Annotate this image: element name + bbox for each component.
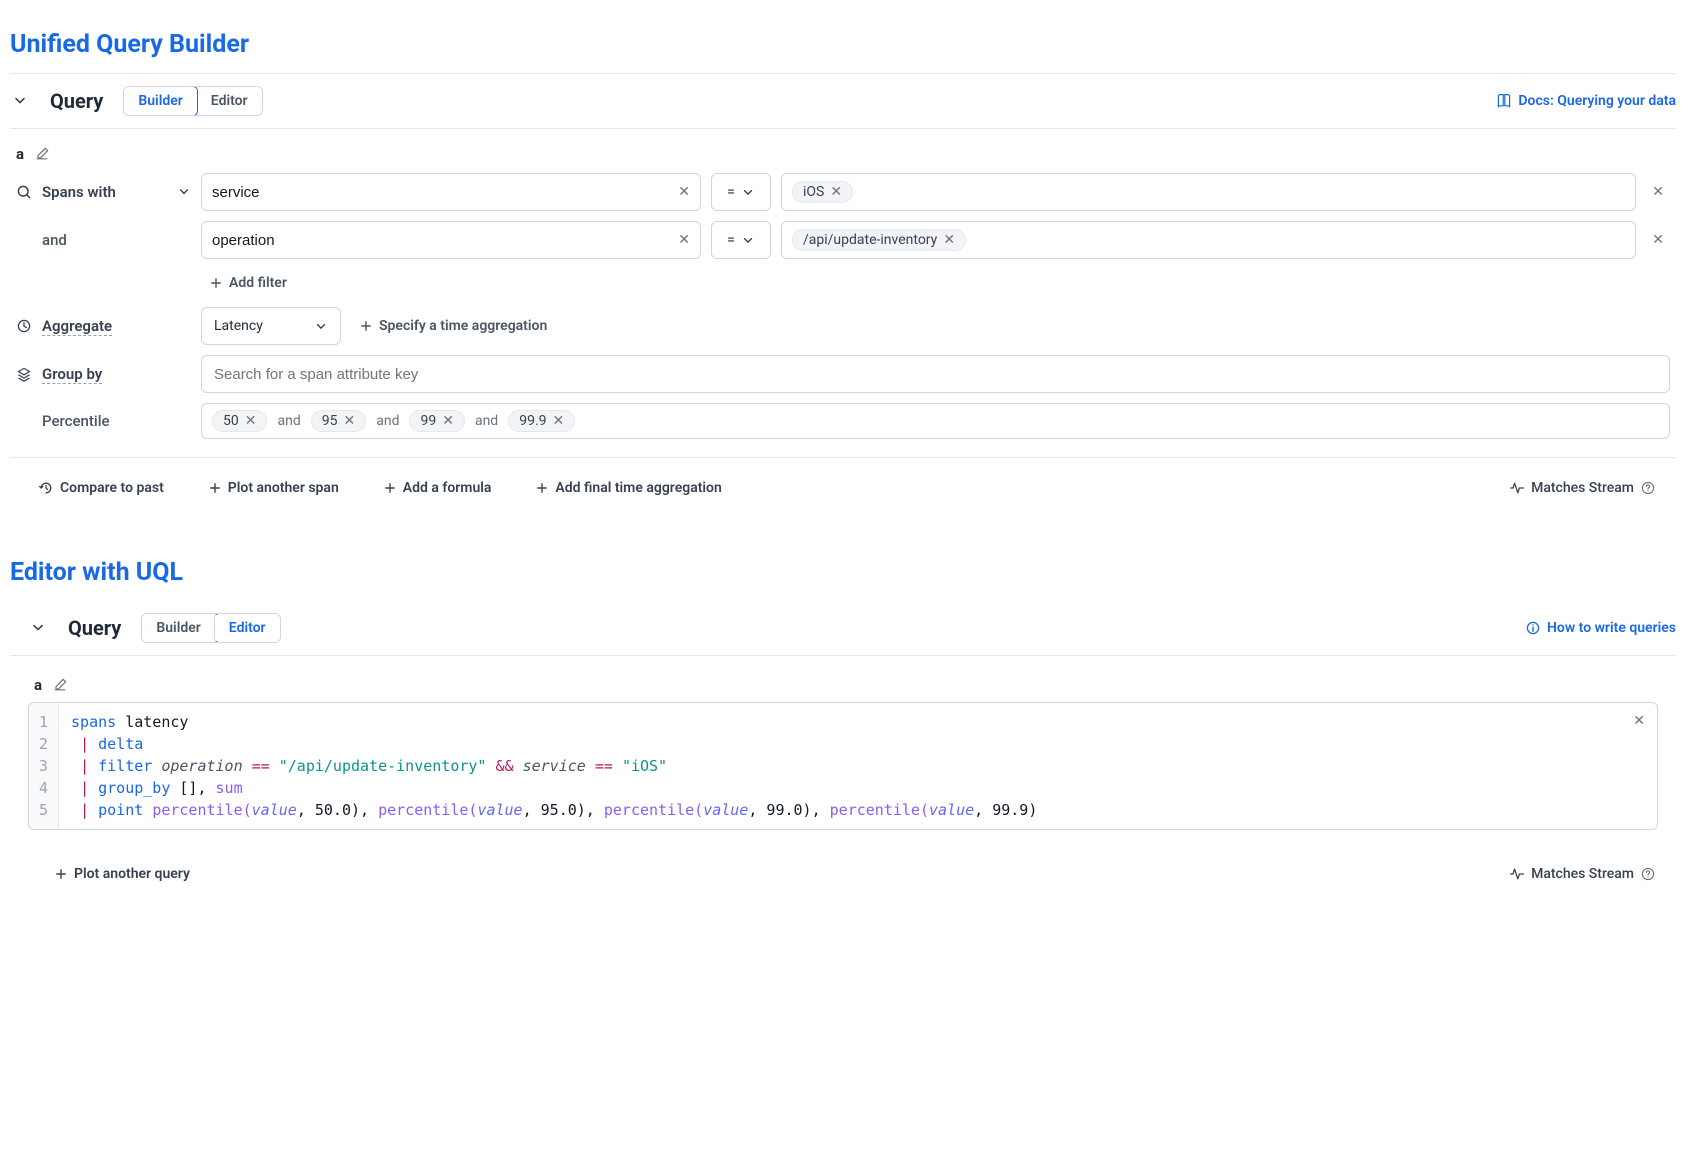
spans-with-dropdown[interactable] bbox=[177, 185, 191, 199]
section-title-editor: Editor with UQL bbox=[10, 518, 1676, 601]
filter-field[interactable] bbox=[212, 232, 678, 249]
query-header: Query Builder Editor Docs: Querying your… bbox=[10, 74, 1676, 128]
editor-footer: Plot another query Matches Stream bbox=[10, 830, 1676, 904]
edit-name-button[interactable] bbox=[34, 146, 50, 162]
and-label: and bbox=[16, 231, 191, 249]
chevron-down-icon bbox=[12, 93, 28, 109]
plot-another-query-button[interactable]: Plot another query bbox=[46, 860, 198, 888]
layers-icon bbox=[16, 366, 32, 382]
plot-another-span-button[interactable]: Plot another span bbox=[200, 474, 347, 502]
filter-row: ✕ = /api/update-inventory ✕ ✕ bbox=[201, 221, 1670, 259]
groupby-input[interactable] bbox=[201, 355, 1670, 393]
tab-builder[interactable]: Builder bbox=[123, 86, 197, 116]
percentile-box[interactable]: 50✕ and 95✕ and 99✕ and 99.9✕ bbox=[201, 403, 1670, 439]
aggregate-label: Aggregate bbox=[16, 317, 191, 336]
matches-stream-button[interactable]: Matches Stream bbox=[1509, 480, 1656, 496]
query-name: a bbox=[16, 145, 24, 163]
matches-stream-button[interactable]: Matches Stream bbox=[1509, 866, 1656, 882]
how-to-link[interactable]: How to write queries bbox=[1525, 620, 1676, 636]
remove-filter-button[interactable]: ✕ bbox=[1646, 184, 1670, 200]
filter-value-input[interactable]: iOS ✕ bbox=[781, 173, 1636, 211]
percentile-chip: 95✕ bbox=[311, 410, 366, 432]
help-icon bbox=[1640, 480, 1656, 496]
chevron-down-icon bbox=[314, 319, 328, 333]
filter-op-select[interactable]: = bbox=[711, 173, 771, 211]
section-title-builder: Unified Query Builder bbox=[10, 0, 1676, 73]
filter-field[interactable] bbox=[212, 184, 678, 201]
aggregate-select[interactable]: Latency bbox=[201, 307, 341, 345]
plus-icon bbox=[383, 481, 397, 495]
remove-chip-button[interactable]: ✕ bbox=[830, 185, 842, 199]
remove-filter-button[interactable]: ✕ bbox=[1646, 232, 1670, 248]
percentile-chip: 50✕ bbox=[212, 410, 267, 432]
builder-footer: Compare to past Plot another span Add a … bbox=[10, 457, 1676, 518]
tab-editor[interactable]: Editor bbox=[197, 87, 262, 115]
mode-toggle-2: Builder Editor bbox=[141, 613, 280, 643]
help-icon bbox=[1640, 866, 1656, 882]
add-formula-button[interactable]: Add a formula bbox=[375, 474, 500, 502]
history-icon bbox=[38, 480, 54, 496]
value-chip: iOS ✕ bbox=[792, 181, 853, 203]
activity-icon bbox=[1509, 866, 1525, 882]
clock-icon bbox=[16, 318, 32, 334]
specify-time-agg-button[interactable]: Specify a time aggregation bbox=[351, 312, 555, 340]
percentile-chip: 99✕ bbox=[409, 410, 464, 432]
line-gutter: 1 2 3 4 5 bbox=[29, 703, 59, 829]
value-chip: /api/update-inventory ✕ bbox=[792, 229, 966, 251]
filter-field-input[interactable]: ✕ bbox=[201, 221, 701, 259]
chevron-down-icon bbox=[30, 620, 46, 636]
activity-icon bbox=[1509, 480, 1525, 496]
query-label: Query bbox=[50, 89, 103, 113]
groupby-label: Group by bbox=[16, 365, 191, 384]
add-final-agg-button[interactable]: Add final time aggregation bbox=[527, 474, 729, 502]
pencil-icon bbox=[34, 146, 50, 162]
percentile-label: Percentile bbox=[16, 412, 191, 430]
plus-icon bbox=[54, 867, 68, 881]
plus-icon bbox=[209, 276, 223, 290]
chevron-down-icon bbox=[741, 185, 755, 199]
docs-link[interactable]: Docs: Querying your data bbox=[1496, 93, 1676, 109]
add-filter-button[interactable]: Add filter bbox=[201, 269, 295, 297]
plus-icon bbox=[535, 481, 549, 495]
compare-to-past-button[interactable]: Compare to past bbox=[30, 474, 172, 502]
filter-field-input[interactable]: ✕ bbox=[201, 173, 701, 211]
docs-link-text: Docs: Querying your data bbox=[1518, 93, 1676, 109]
chevron-down-icon bbox=[741, 233, 755, 247]
code-editor[interactable]: ✕ 1 2 3 4 5 spans latency | delta | filt… bbox=[28, 702, 1658, 830]
close-editor-button[interactable]: ✕ bbox=[1633, 713, 1645, 729]
how-to-text: How to write queries bbox=[1547, 620, 1676, 636]
plus-icon bbox=[208, 481, 222, 495]
remove-chip-button[interactable]: ✕ bbox=[245, 414, 257, 428]
remove-chip-button[interactable]: ✕ bbox=[442, 414, 454, 428]
filter-row: ✕ = iOS ✕ ✕ bbox=[201, 173, 1670, 211]
remove-chip-button[interactable]: ✕ bbox=[943, 233, 955, 247]
search-icon bbox=[16, 184, 32, 200]
filter-value-input[interactable]: /api/update-inventory ✕ bbox=[781, 221, 1636, 259]
query-name: a bbox=[34, 676, 42, 694]
plus-icon bbox=[359, 319, 373, 333]
collapse-toggle[interactable] bbox=[28, 618, 48, 638]
tab-builder[interactable]: Builder bbox=[142, 614, 214, 642]
query-label: Query bbox=[68, 616, 121, 640]
remove-chip-button[interactable]: ✕ bbox=[343, 414, 355, 428]
spans-with-label: Spans with bbox=[16, 183, 191, 201]
code-content[interactable]: spans latency | delta | filter operation… bbox=[59, 703, 1657, 829]
mode-toggle: Builder Editor bbox=[123, 86, 262, 116]
book-icon bbox=[1496, 93, 1512, 109]
clear-field-button[interactable]: ✕ bbox=[678, 185, 690, 199]
tab-editor[interactable]: Editor bbox=[214, 613, 281, 643]
clear-field-button[interactable]: ✕ bbox=[678, 233, 690, 247]
percentile-chip: 99.9✕ bbox=[508, 410, 575, 432]
edit-name-button[interactable] bbox=[52, 677, 68, 693]
remove-chip-button[interactable]: ✕ bbox=[553, 414, 565, 428]
query-header-2: Query Builder Editor How to write querie… bbox=[28, 601, 1676, 655]
filter-op-select[interactable]: = bbox=[711, 221, 771, 259]
chevron-down-icon bbox=[177, 185, 191, 199]
collapse-toggle[interactable] bbox=[10, 91, 30, 111]
pencil-icon bbox=[52, 677, 68, 693]
info-icon bbox=[1525, 620, 1541, 636]
